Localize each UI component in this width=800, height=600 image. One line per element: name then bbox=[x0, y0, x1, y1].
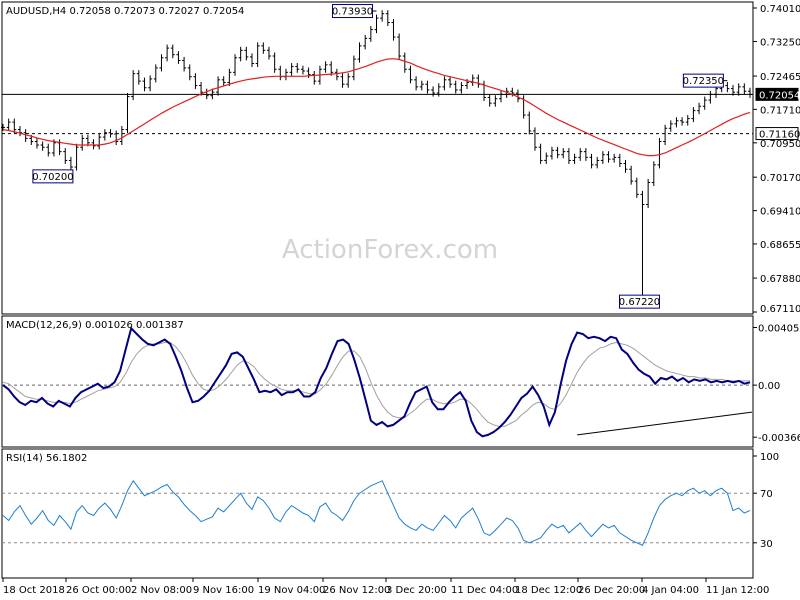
x-axis-labels: 18 Oct 2018 26 Oct 00:00 2 Nov 08:00 9 Nov … bbox=[2, 578, 769, 596]
macd-title: MACD(12,26,9) 0.001026 0.001387 bbox=[6, 320, 184, 331]
rsi-y-tick-label: 100 bbox=[760, 452, 779, 463]
x-tick-label: 4 Jan 04:00 bbox=[642, 585, 699, 596]
x-tick-label: 26 Dec 20:00 bbox=[578, 585, 645, 596]
rsi-y-tick-label: 30 bbox=[760, 539, 773, 550]
x-tick-label: 18 Dec 12:00 bbox=[515, 585, 582, 596]
macd-y-tick-label: -0.003662 bbox=[758, 433, 800, 444]
svg-text:0.67220: 0.67220 bbox=[619, 297, 660, 308]
price-annotation: 0.67220 bbox=[619, 294, 660, 309]
price-annotation: 0.70200 bbox=[32, 169, 74, 184]
macd-y-tick-label: 0.00 bbox=[758, 381, 780, 392]
price-annotation: 0.73930 bbox=[332, 4, 377, 19]
svg-text:0.72350: 0.72350 bbox=[683, 76, 724, 87]
svg-text:0.70200: 0.70200 bbox=[32, 172, 73, 183]
y-tick-label: 0.74010 bbox=[760, 4, 800, 15]
x-tick-label: 11 Dec 04:00 bbox=[451, 585, 518, 596]
chart: ActionForex.com 0.73930 0.70200 0.72350 0.6… bbox=[1, 1, 800, 596]
y-tick-label: 0.72465 bbox=[760, 72, 800, 83]
price-panel bbox=[1, 1, 754, 315]
rsi-title: RSI(14) 56.1802 bbox=[6, 453, 87, 464]
y-tick-label: 0.73250 bbox=[760, 37, 800, 48]
x-tick-label: 3 Dec 20:00 bbox=[386, 585, 447, 596]
x-tick-label: 11 Jan 12:00 bbox=[706, 585, 769, 596]
x-tick-label: 18 Oct 2018 bbox=[3, 585, 65, 596]
level-badge: 0.71160 bbox=[755, 127, 800, 141]
current-price-badge: 0.72054 bbox=[755, 87, 800, 101]
price-annotation: 0.72350 bbox=[683, 73, 728, 88]
x-tick-label: 19 Nov 04:00 bbox=[258, 585, 325, 596]
y-tick-label: 0.68655 bbox=[760, 240, 800, 251]
macd-y-tick-label: 0.004055 bbox=[758, 323, 800, 334]
y-tick-label: 0.71710 bbox=[760, 105, 800, 116]
y-tick-label: 0.69410 bbox=[760, 207, 800, 218]
svg-text:0.71160: 0.71160 bbox=[759, 130, 800, 141]
y-tick-label: 0.70170 bbox=[760, 173, 800, 184]
y-axis-labels: 0.740100.732500.724650.717100.709500.701… bbox=[753, 4, 800, 550]
y-tick-label: 0.67880 bbox=[760, 274, 800, 285]
chart-title: AUDUSD,H4 0.72058 0.72073 0.72027 0.7205… bbox=[6, 6, 244, 17]
watermark: ActionForex.com bbox=[282, 235, 498, 265]
rsi-panel bbox=[1, 448, 754, 579]
svg-text:0.73930: 0.73930 bbox=[332, 7, 373, 18]
y-tick-label: 0.67110 bbox=[760, 304, 800, 315]
x-tick-label: 2 Nov 08:00 bbox=[131, 585, 192, 596]
rsi-y-tick-label: 70 bbox=[760, 489, 773, 500]
x-tick-label: 9 Nov 16:00 bbox=[193, 585, 254, 596]
x-tick-label: 26 Nov 12:00 bbox=[323, 585, 390, 596]
svg-text:0.72054: 0.72054 bbox=[759, 90, 800, 101]
x-tick-label: 26 Oct 00:00 bbox=[66, 585, 131, 596]
